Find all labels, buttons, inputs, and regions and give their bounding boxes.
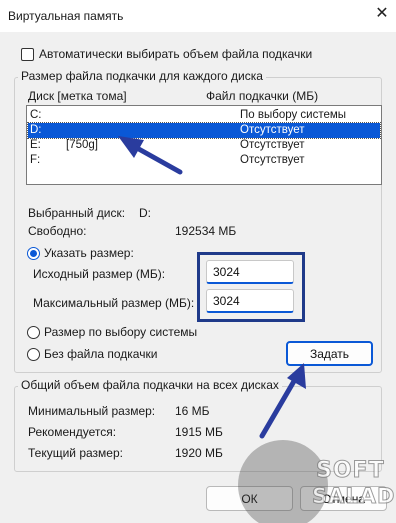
- arrow-to-set-button-icon: [259, 363, 306, 439]
- arrow-to-drive-d-icon: [118, 136, 183, 175]
- annotation-arrows: [118, 136, 306, 439]
